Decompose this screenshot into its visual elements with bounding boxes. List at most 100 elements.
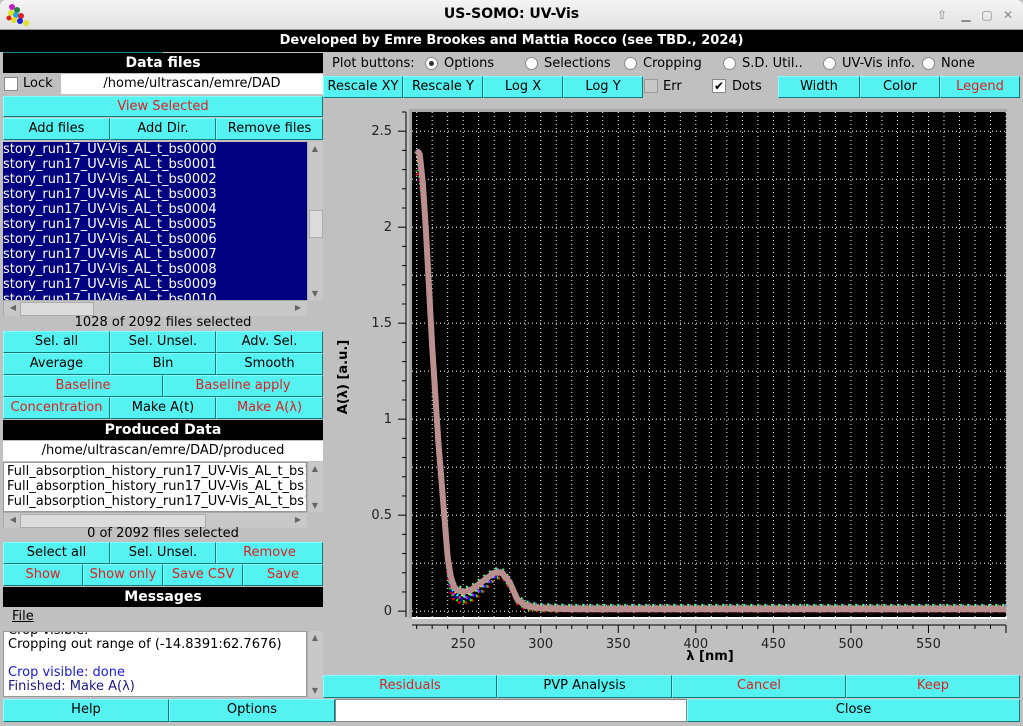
scroll-down-icon[interactable]: ▼ [308, 686, 322, 695]
smooth-button[interactable]: Smooth [216, 353, 323, 375]
radio-sd-util[interactable] [723, 57, 736, 70]
scroll-thumb[interactable] [309, 210, 323, 238]
pvp-analysis-button[interactable]: PVP Analysis [497, 675, 672, 698]
list-item[interactable]: story_run17_UV-Vis_AL_t_bs0009 [3, 277, 307, 292]
radio-selections[interactable] [525, 57, 538, 70]
list-item[interactable]: Full_absorption_history_run17_UV-Vis_AL_… [7, 464, 306, 479]
data-files-status: 1028 of 2092 files selected [74, 315, 252, 330]
adv-sel-button[interactable]: Adv. Sel. [216, 331, 323, 353]
list-item[interactable]: story_run17_UV-Vis_AL_t_bs0001 [3, 157, 307, 172]
plot-canvas[interactable] [412, 112, 1006, 617]
minimize-icon[interactable]: ▁ [958, 7, 974, 23]
log-x-button[interactable]: Log X [483, 76, 563, 98]
view-selected-button[interactable]: View Selected [3, 96, 323, 117]
data-files-hscrollbar[interactable]: ◀ ▶ [3, 300, 307, 316]
add-dir-button[interactable]: Add Dir. [110, 118, 216, 140]
list-item[interactable]: story_run17_UV-Vis_AL_t_bs0000 [3, 142, 307, 157]
err-checkbox[interactable] [644, 79, 658, 93]
data-files-vscrollbar[interactable]: ▲ ▼ [307, 142, 323, 300]
list-item[interactable]: story_run17_UV-Vis_AL_t_bs0004 [3, 202, 307, 217]
scroll-up-icon[interactable]: ▲ [308, 633, 322, 642]
rescale-xy-button[interactable]: Rescale XY [323, 76, 403, 98]
messages-vscrollbar[interactable]: ▲ ▼ [307, 631, 323, 697]
residuals-button[interactable]: Residuals [323, 675, 497, 698]
produced-data-header: Produced Data [3, 420, 323, 440]
cancel-button[interactable]: Cancel [672, 675, 846, 698]
show-button[interactable]: Show [3, 564, 83, 586]
messages-text-area[interactable]: Crop visible:Cropping out range of (-14.… [3, 631, 307, 697]
keep-button[interactable]: Keep [846, 675, 1020, 698]
list-item[interactable]: story_run17_UV-Vis_AL_t_bs0002 [3, 172, 307, 187]
rescale-y-button[interactable]: Rescale Y [403, 76, 483, 98]
sel-unsel-button[interactable]: Sel. Unsel. [110, 331, 216, 353]
maximize-icon[interactable]: ▢ [979, 7, 995, 23]
data-directory-field[interactable]: /home/ultrascan/emre/DAD [61, 74, 323, 94]
close-button[interactable]: Close [687, 699, 1020, 722]
list-item[interactable]: story_run17_UV-Vis_AL_t_bs0008 [3, 262, 307, 277]
bin-button[interactable]: Bin [110, 353, 216, 375]
status-field[interactable] [335, 699, 687, 722]
radio-cropping[interactable] [624, 57, 637, 70]
make-alambda-button[interactable]: Make A(λ) [216, 397, 323, 419]
list-item[interactable]: story_run17_UV-Vis_AL_t_bs0010 [3, 292, 307, 300]
save-csv-button[interactable]: Save CSV [163, 564, 243, 586]
sel-all-button[interactable]: Sel. all [3, 331, 110, 353]
scroll-down-icon[interactable]: ▼ [308, 501, 322, 510]
radio-options[interactable] [425, 57, 438, 70]
list-item[interactable]: story_run17_UV-Vis_AL_t_bs0005 [3, 217, 307, 232]
save-button[interactable]: Save [243, 564, 323, 586]
remove-button[interactable]: Remove [216, 542, 323, 564]
scroll-down-icon[interactable]: ▼ [308, 289, 322, 298]
uv-vis-plot[interactable]: 00.511.522.5 250 300 350 400 450 500 550 A(λ) … [323, 100, 1023, 672]
close-icon[interactable]: ✕ [1000, 7, 1016, 23]
select-all-button[interactable]: Select all [3, 542, 110, 564]
concentration-button[interactable]: Concentration [3, 397, 110, 419]
y-tick-label: 1.5 [371, 316, 392, 331]
file-menu-label: File [12, 609, 34, 624]
produced-sel-unsel-button[interactable]: Sel. Unsel. [110, 542, 216, 564]
dots-checkbox[interactable]: ✔ [712, 79, 726, 93]
list-item[interactable]: story_run17_UV-Vis_AL_t_bs0006 [3, 232, 307, 247]
list-item[interactable]: Full_absorption_history_run17_UV-Vis_AL_… [7, 494, 306, 509]
baseline-apply-button[interactable]: Baseline apply [163, 375, 323, 397]
radio-uvvis-info[interactable] [823, 57, 836, 70]
baseline-button[interactable]: Baseline [3, 375, 163, 397]
message-line: Finished: Make A(λ) [8, 679, 135, 694]
show-only-button[interactable]: Show only [83, 564, 163, 586]
scroll-right-icon[interactable]: ▶ [291, 515, 305, 524]
color-button[interactable]: Color [860, 76, 940, 98]
radio-none-label: None [941, 56, 975, 71]
scroll-left-icon[interactable]: ◀ [6, 303, 20, 312]
legend-button[interactable]: Legend [940, 76, 1020, 98]
radio-options-label: Options [444, 56, 495, 71]
remove-files-button[interactable]: Remove files [216, 118, 323, 140]
radio-none[interactable] [922, 57, 935, 70]
produced-vscrollbar[interactable]: ▲ ▼ [307, 462, 323, 512]
up-arrow-icon[interactable]: ⇧ [934, 7, 950, 23]
title-bar: US-SOMO: UV-Vis ⇧ ▁ ▢ ✕ [0, 0, 1023, 30]
x-tick-label: 450 [761, 637, 786, 652]
list-item[interactable]: story_run17_UV-Vis_AL_t_bs0003 [3, 187, 307, 202]
add-files-button[interactable]: Add files [3, 118, 110, 140]
options-button[interactable]: Options [169, 699, 335, 722]
average-button[interactable]: Average [3, 353, 110, 375]
help-button[interactable]: Help [3, 699, 169, 722]
data-files-list[interactable]: story_run17_UV-Vis_AL_t_bs0000 story_run… [3, 142, 307, 300]
scroll-left-icon[interactable]: ◀ [6, 515, 20, 524]
list-item[interactable]: story_run17_UV-Vis_AL_t_bs0007 [3, 247, 307, 262]
list-item[interactable]: Full_absorption_history_run17_UV-Vis_AL_… [7, 479, 306, 494]
produced-files-list[interactable]: Full_absorption_history_run17_UV-Vis_AL_… [3, 462, 307, 512]
log-y-button[interactable]: Log Y [563, 76, 643, 98]
make-at-button[interactable]: Make A(t) [110, 397, 216, 419]
lock-label: Lock [23, 76, 53, 91]
produced-directory-field[interactable]: /home/ultrascan/emre/DAD/produced [3, 441, 323, 461]
lock-checkbox[interactable] [4, 77, 18, 91]
width-button[interactable]: Width [778, 76, 860, 98]
y-tick-label: 2.5 [371, 124, 392, 139]
y-tick-label: 1 [384, 412, 392, 427]
scroll-right-icon[interactable]: ▶ [291, 303, 305, 312]
scroll-up-icon[interactable]: ▲ [308, 144, 322, 153]
file-menu[interactable]: File [12, 609, 34, 624]
hscroll-thumb[interactable] [20, 302, 94, 316]
scroll-up-icon[interactable]: ▲ [308, 464, 322, 473]
